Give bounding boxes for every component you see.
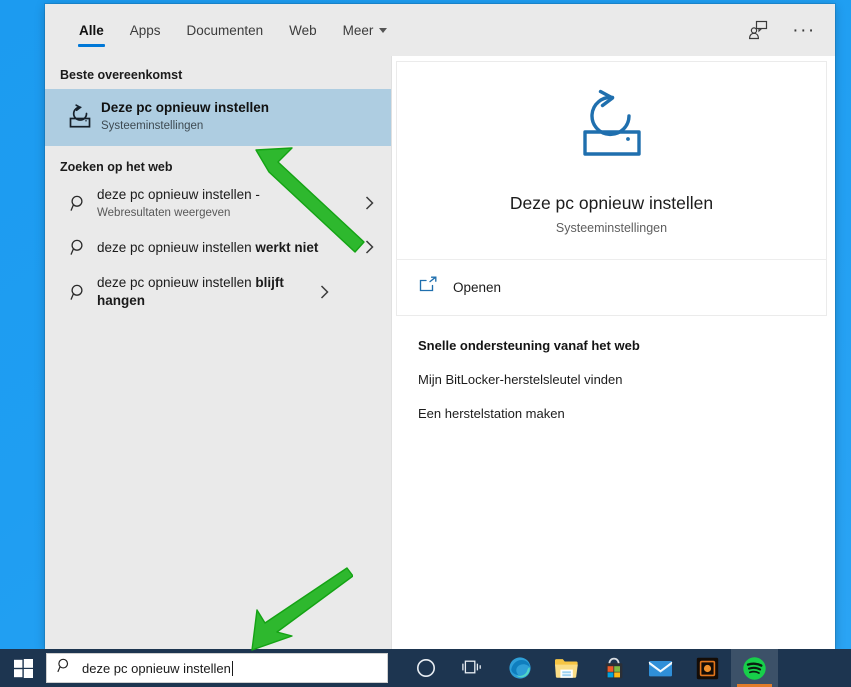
start-button[interactable] xyxy=(0,649,46,687)
tab-alle[interactable]: Alle xyxy=(66,4,117,56)
best-match-text: Deze pc opnieuw instellen Systeeminstell… xyxy=(101,100,269,134)
web-suggestion-1-sub: Webresultaten weergeven xyxy=(97,206,231,219)
best-match-subtitle: Systeeminstellingen xyxy=(101,120,204,133)
tab-apps[interactable]: Apps xyxy=(117,4,174,56)
best-match-result[interactable]: Deze pc opnieuw instellen Systeeminstell… xyxy=(45,89,391,146)
preview-subtitle: Systeeminstellingen xyxy=(555,221,668,235)
windows-logo-icon xyxy=(13,658,33,678)
tab-alle-label: Alle xyxy=(79,22,104,38)
search-tab-bar: Alle Apps Documenten Web Meer ··· xyxy=(45,4,835,56)
more-options-label: ··· xyxy=(792,19,816,41)
web-suggestion-1-suffix: - xyxy=(251,187,260,202)
web-help-link-1[interactable]: Mijn BitLocker-herstelsleutel vinden xyxy=(418,372,835,387)
tab-web[interactable]: Web xyxy=(276,4,330,56)
chevron-down-icon xyxy=(379,27,388,33)
more-options-icon[interactable]: ··· xyxy=(791,17,817,43)
tab-web-label: Web xyxy=(289,22,317,38)
web-search-heading: Zoeken op het web xyxy=(60,160,173,174)
web-help-title: Snelle ondersteuning vanaf het web xyxy=(418,338,640,353)
edge-icon[interactable] xyxy=(496,649,543,687)
web-suggestion-1-text: deze pc opnieuw instellen - Webresultate… xyxy=(97,186,357,220)
chevron-right-icon[interactable] xyxy=(357,196,381,210)
search-preview-pane: Deze pc opnieuw instellen Systeeminstell… xyxy=(392,56,835,649)
web-suggestion-1[interactable]: deze pc opnieuw instellen - Webresultate… xyxy=(45,181,391,225)
chevron-right-icon[interactable] xyxy=(312,285,336,299)
search-tabs: Alle Apps Documenten Web Meer xyxy=(45,4,400,56)
preview-card: Deze pc opnieuw instellen Systeeminstell… xyxy=(396,61,827,259)
taskbar-app-icons xyxy=(402,649,778,687)
web-suggestion-2-text: deze pc opnieuw instellen werkt niet xyxy=(97,239,357,257)
tab-meer-label: Meer xyxy=(342,22,374,38)
search-icon xyxy=(59,284,97,301)
file-explorer-icon[interactable] xyxy=(543,649,590,687)
best-match-heading: Beste overeenkomst xyxy=(60,68,183,82)
web-help-block: Snelle ondersteuning vanaf het web Mijn … xyxy=(392,316,835,421)
windows-search-flyout: Alle Apps Documenten Web Meer ··· Beste … xyxy=(45,4,835,649)
web-help-link-2[interactable]: Een herstelstation maken xyxy=(418,406,835,421)
reset-pc-icon xyxy=(59,103,101,132)
chevron-right-icon[interactable] xyxy=(357,240,381,255)
web-suggestion-3-query: deze pc opnieuw instellen xyxy=(97,275,256,291)
preview-title: Deze pc opnieuw instellen xyxy=(509,193,714,213)
search-icon xyxy=(59,195,97,212)
taskbar-search-value-wrap: deze pc opnieuw instellen xyxy=(82,660,233,676)
taskbar-search-value: deze pc opnieuw instellen xyxy=(82,660,231,676)
cortana-icon[interactable] xyxy=(402,649,449,687)
search-results-list: Beste overeenkomst Deze pc opnieuw inste… xyxy=(45,56,392,649)
open-external-icon xyxy=(419,276,439,299)
web-suggestion-2[interactable]: deze pc opnieuw instellen werkt niet xyxy=(45,225,391,269)
microsoft-store-icon[interactable] xyxy=(590,649,637,687)
mail-icon[interactable] xyxy=(637,649,684,687)
tab-documenten[interactable]: Documenten xyxy=(174,4,277,56)
text-cursor xyxy=(231,660,233,676)
search-results-body: Beste overeenkomst Deze pc opnieuw inste… xyxy=(45,56,835,649)
search-icon xyxy=(59,239,97,256)
feedback-icon[interactable] xyxy=(745,17,771,43)
web-suggestion-3-text: deze pc opnieuw instellen blijft hangen xyxy=(97,274,312,309)
task-view-icon[interactable] xyxy=(449,649,496,687)
tab-apps-label: Apps xyxy=(129,22,161,38)
search-icon xyxy=(57,658,72,678)
tab-meer[interactable]: Meer xyxy=(330,4,401,56)
spotify-icon[interactable] xyxy=(731,649,778,687)
tab-documenten-label: Documenten xyxy=(186,22,264,38)
taskbar-search-input[interactable]: deze pc opnieuw instellen xyxy=(46,653,388,683)
best-match-title: Deze pc opnieuw instellen xyxy=(101,100,270,116)
taskbar: deze pc opnieuw instellen xyxy=(0,649,851,687)
web-suggestion-1-query: deze pc opnieuw instellen xyxy=(97,187,252,202)
web-suggestion-2-highlight: werkt niet xyxy=(255,239,319,255)
web-suggestion-3[interactable]: deze pc opnieuw instellen blijft hangen xyxy=(45,269,391,314)
web-suggestion-2-query: deze pc opnieuw instellen xyxy=(97,239,256,255)
reset-pc-large-icon xyxy=(569,88,655,171)
open-action-row[interactable]: Openen xyxy=(396,259,827,316)
header-actions: ··· xyxy=(745,4,835,56)
app-icon[interactable] xyxy=(684,649,731,687)
open-action-label: Openen xyxy=(453,280,502,295)
